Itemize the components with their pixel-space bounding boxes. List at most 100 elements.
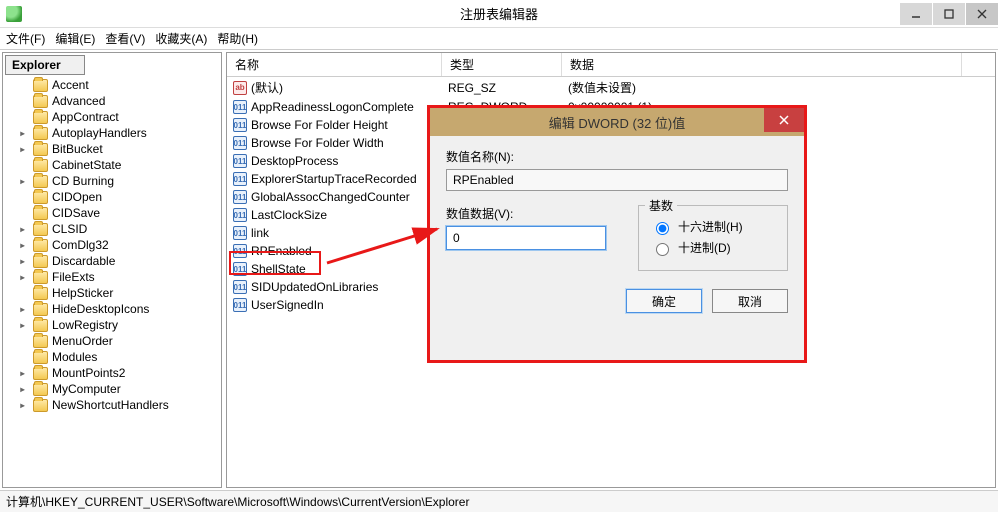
tree-item-label: Advanced	[52, 94, 105, 108]
tree-item[interactable]: Accent	[3, 77, 221, 93]
tree-item[interactable]: ▸ NewShortcutHandlers	[3, 397, 221, 413]
folder-icon	[33, 95, 48, 108]
tree-item[interactable]: CabinetState	[3, 157, 221, 173]
tree-item[interactable]: ▸CLSID	[3, 221, 221, 237]
tree-item[interactable]: ▸FileExts	[3, 269, 221, 285]
tree-item[interactable]: HelpSticker	[3, 285, 221, 301]
tree-item-label: CabinetState	[52, 158, 121, 172]
col-name[interactable]: 名称	[227, 53, 442, 76]
value-data: (数值未设置)	[562, 78, 962, 97]
folder-icon	[33, 287, 48, 300]
value-type: REG_SZ	[442, 80, 562, 96]
tree-item[interactable]: ▸ AutoplayHandlers	[3, 125, 221, 141]
value-name: AppReadinessLogonComplete	[251, 100, 414, 114]
menu-help[interactable]: 帮助(H)	[217, 30, 258, 47]
tree-item[interactable]: AppContract	[3, 109, 221, 125]
expander-icon[interactable]: ▸	[19, 398, 29, 412]
tree-item[interactable]: Modules	[3, 349, 221, 365]
tree-item-label: AutoplayHandlers	[52, 126, 147, 140]
table-row[interactable]: ab(默认)REG_SZ(数值未设置)	[227, 77, 995, 98]
ok-button[interactable]: 确定	[626, 289, 702, 313]
expander-icon[interactable]: ▸	[19, 270, 29, 284]
value-name: Browse For Folder Width	[251, 136, 384, 150]
minimize-button[interactable]	[900, 3, 932, 25]
dialog-title-text: 编辑 DWORD (32 位)值	[549, 113, 686, 132]
expander-icon[interactable]: ▸	[19, 174, 29, 188]
expander-icon[interactable]: ▸	[19, 238, 29, 252]
tree-item-label: Accent	[52, 78, 89, 92]
value-name: link	[251, 226, 269, 240]
tree-item[interactable]: CIDOpen	[3, 189, 221, 205]
folder-icon	[33, 111, 48, 124]
tree-item[interactable]: ▸ HideDesktopIcons	[3, 301, 221, 317]
expander-icon[interactable]: ▸	[19, 302, 29, 316]
tree-item[interactable]: CIDSave	[3, 205, 221, 221]
menu-view[interactable]: 查看(V)	[105, 30, 145, 47]
radix-hex-radio[interactable]	[656, 222, 669, 235]
expander-icon[interactable]: ▸	[19, 366, 29, 380]
tree-item[interactable]: ▸MountPoints2	[3, 365, 221, 381]
menu-favorites[interactable]: 收藏夹(A)	[155, 30, 207, 47]
menubar: 文件(F) 编辑(E) 查看(V) 收藏夹(A) 帮助(H)	[0, 28, 998, 50]
radix-dec-option[interactable]: 十进制(D)	[651, 239, 775, 256]
list-pane[interactable]: 名称 类型 数据 ab(默认)REG_SZ(数值未设置) 011 AppReadin…	[226, 52, 996, 488]
folder-icon	[33, 255, 48, 268]
radix-dec-radio[interactable]	[656, 243, 669, 256]
tree-header: Explorer	[5, 55, 85, 75]
tree-item[interactable]: MenuOrder	[3, 333, 221, 349]
expander-icon[interactable]: ▸	[19, 318, 29, 332]
value-name: GlobalAssocChangedCounter	[251, 190, 410, 204]
value-name-label: 数值名称(N):	[446, 148, 788, 165]
tree-item[interactable]: ▸BitBucket	[3, 141, 221, 157]
tree-item-label: Modules	[52, 350, 97, 364]
tree-item[interactable]: Advanced	[3, 93, 221, 109]
expander-icon[interactable]: ▸	[19, 254, 29, 268]
col-type[interactable]: 类型	[442, 53, 562, 76]
value-name: UserSignedIn	[251, 298, 324, 312]
value-data-field[interactable]	[446, 226, 606, 250]
tree-item[interactable]: ▸ LowRegistry	[3, 317, 221, 333]
folder-icon	[33, 127, 48, 140]
expander-icon[interactable]: ▸	[19, 382, 29, 396]
folder-icon	[33, 159, 48, 172]
folder-icon	[33, 367, 48, 380]
edit-dword-dialog: 编辑 DWORD (32 位)值 数值名称(N): 数值数据(V): 基数	[427, 105, 807, 363]
radix-hex-option[interactable]: 十六进制(H)	[651, 218, 775, 235]
folder-icon	[33, 79, 48, 92]
menu-file[interactable]: 文件(F)	[6, 30, 45, 47]
dword-value-icon: 011	[233, 244, 247, 258]
tree-item[interactable]: ▸ CD Burning	[3, 173, 221, 189]
tree-item-label: CD Burning	[52, 174, 114, 188]
tree-item-label: NewShortcutHandlers	[52, 398, 169, 412]
maximize-button[interactable]	[933, 3, 965, 25]
value-name: SIDUpdatedOnLibraries	[251, 280, 378, 294]
menu-edit[interactable]: 编辑(E)	[55, 30, 95, 47]
tree-item-label: LowRegistry	[52, 318, 118, 332]
col-data[interactable]: 数据	[562, 53, 962, 76]
close-button[interactable]	[966, 3, 998, 25]
expander-icon[interactable]: ▸	[19, 222, 29, 236]
folder-icon	[33, 351, 48, 364]
dialog-close-button[interactable]	[764, 108, 804, 132]
value-name: LastClockSize	[251, 208, 327, 222]
tree-item-label: ComDlg32	[52, 238, 109, 252]
radix-group: 基数 十六进制(H) 十进制(D)	[638, 205, 788, 271]
tree-item[interactable]: ▸ ComDlg32	[3, 237, 221, 253]
folder-icon	[33, 335, 48, 348]
dword-value-icon: 011	[233, 190, 247, 204]
tree-item-label: MenuOrder	[52, 334, 113, 348]
dword-value-icon: 011	[233, 226, 247, 240]
tree-pane[interactable]: Explorer AccentAdvancedAppContract▸Autop…	[2, 52, 222, 488]
tree-item-label: HideDesktopIcons	[52, 302, 149, 316]
cancel-button[interactable]: 取消	[712, 289, 788, 313]
folder-icon	[33, 383, 48, 396]
folder-icon	[33, 143, 48, 156]
tree-item[interactable]: ▸Discardable	[3, 253, 221, 269]
tree-item[interactable]: ▸MyComputer	[3, 381, 221, 397]
dialog-titlebar[interactable]: 编辑 DWORD (32 位)值	[430, 108, 804, 136]
value-name: DesktopProcess	[251, 154, 338, 168]
dword-value-icon: 011	[233, 118, 247, 132]
expander-icon[interactable]: ▸	[19, 142, 29, 156]
value-name: Browse For Folder Height	[251, 118, 388, 132]
expander-icon[interactable]: ▸	[19, 126, 29, 140]
